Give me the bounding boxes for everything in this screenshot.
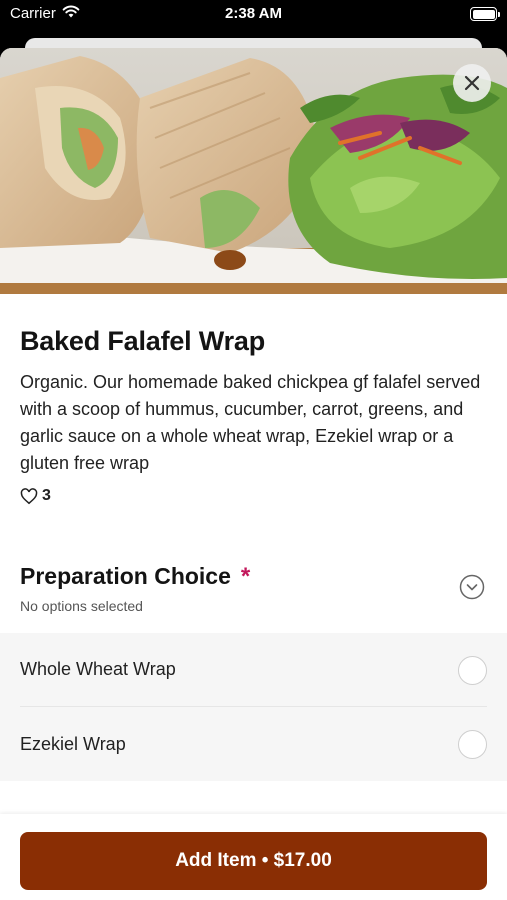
status-time: 2:38 AM xyxy=(225,5,282,22)
preparation-choice-header[interactable]: Preparation Choice * No options selected xyxy=(0,563,507,633)
option-ezekiel-wrap[interactable]: Ezekiel Wrap xyxy=(20,707,487,781)
collapse-toggle[interactable] xyxy=(459,574,485,600)
preparation-title: Preparation Choice xyxy=(20,563,231,589)
status-bar: Carrier 2:38 AM xyxy=(0,0,507,30)
required-indicator: * xyxy=(240,562,251,590)
preparation-status: No options selected xyxy=(20,598,143,614)
chevron-down-icon xyxy=(459,574,485,600)
option-label: Whole Wheat Wrap xyxy=(20,659,176,679)
close-button[interactable] xyxy=(453,64,491,102)
item-detail-sheet: Baked Falafel Wrap Organic. Our homemade… xyxy=(0,48,507,900)
item-info: Baked Falafel Wrap Organic. Our homemade… xyxy=(0,294,507,505)
item-description: Organic. Our homemade baked chickpea gf … xyxy=(20,372,481,473)
item-photo xyxy=(0,48,507,294)
radio-button[interactable] xyxy=(458,730,487,759)
item-title: Baked Falafel Wrap xyxy=(20,326,265,356)
preparation-options: Whole Wheat Wrap Ezekiel Wrap xyxy=(0,633,507,781)
likes-button[interactable]: 3 xyxy=(20,487,487,505)
heart-icon xyxy=(20,487,38,504)
option-whole-wheat-wrap[interactable]: Whole Wheat Wrap xyxy=(20,633,487,707)
add-item-button[interactable]: Add Item • $17.00 xyxy=(20,832,487,890)
close-icon xyxy=(464,75,480,91)
option-label: Ezekiel Wrap xyxy=(20,733,126,754)
battery-icon xyxy=(470,7,500,21)
likes-count: 3 xyxy=(42,487,51,504)
radio-button[interactable] xyxy=(458,656,487,685)
footer-bar: Add Item • $17.00 xyxy=(0,814,507,900)
